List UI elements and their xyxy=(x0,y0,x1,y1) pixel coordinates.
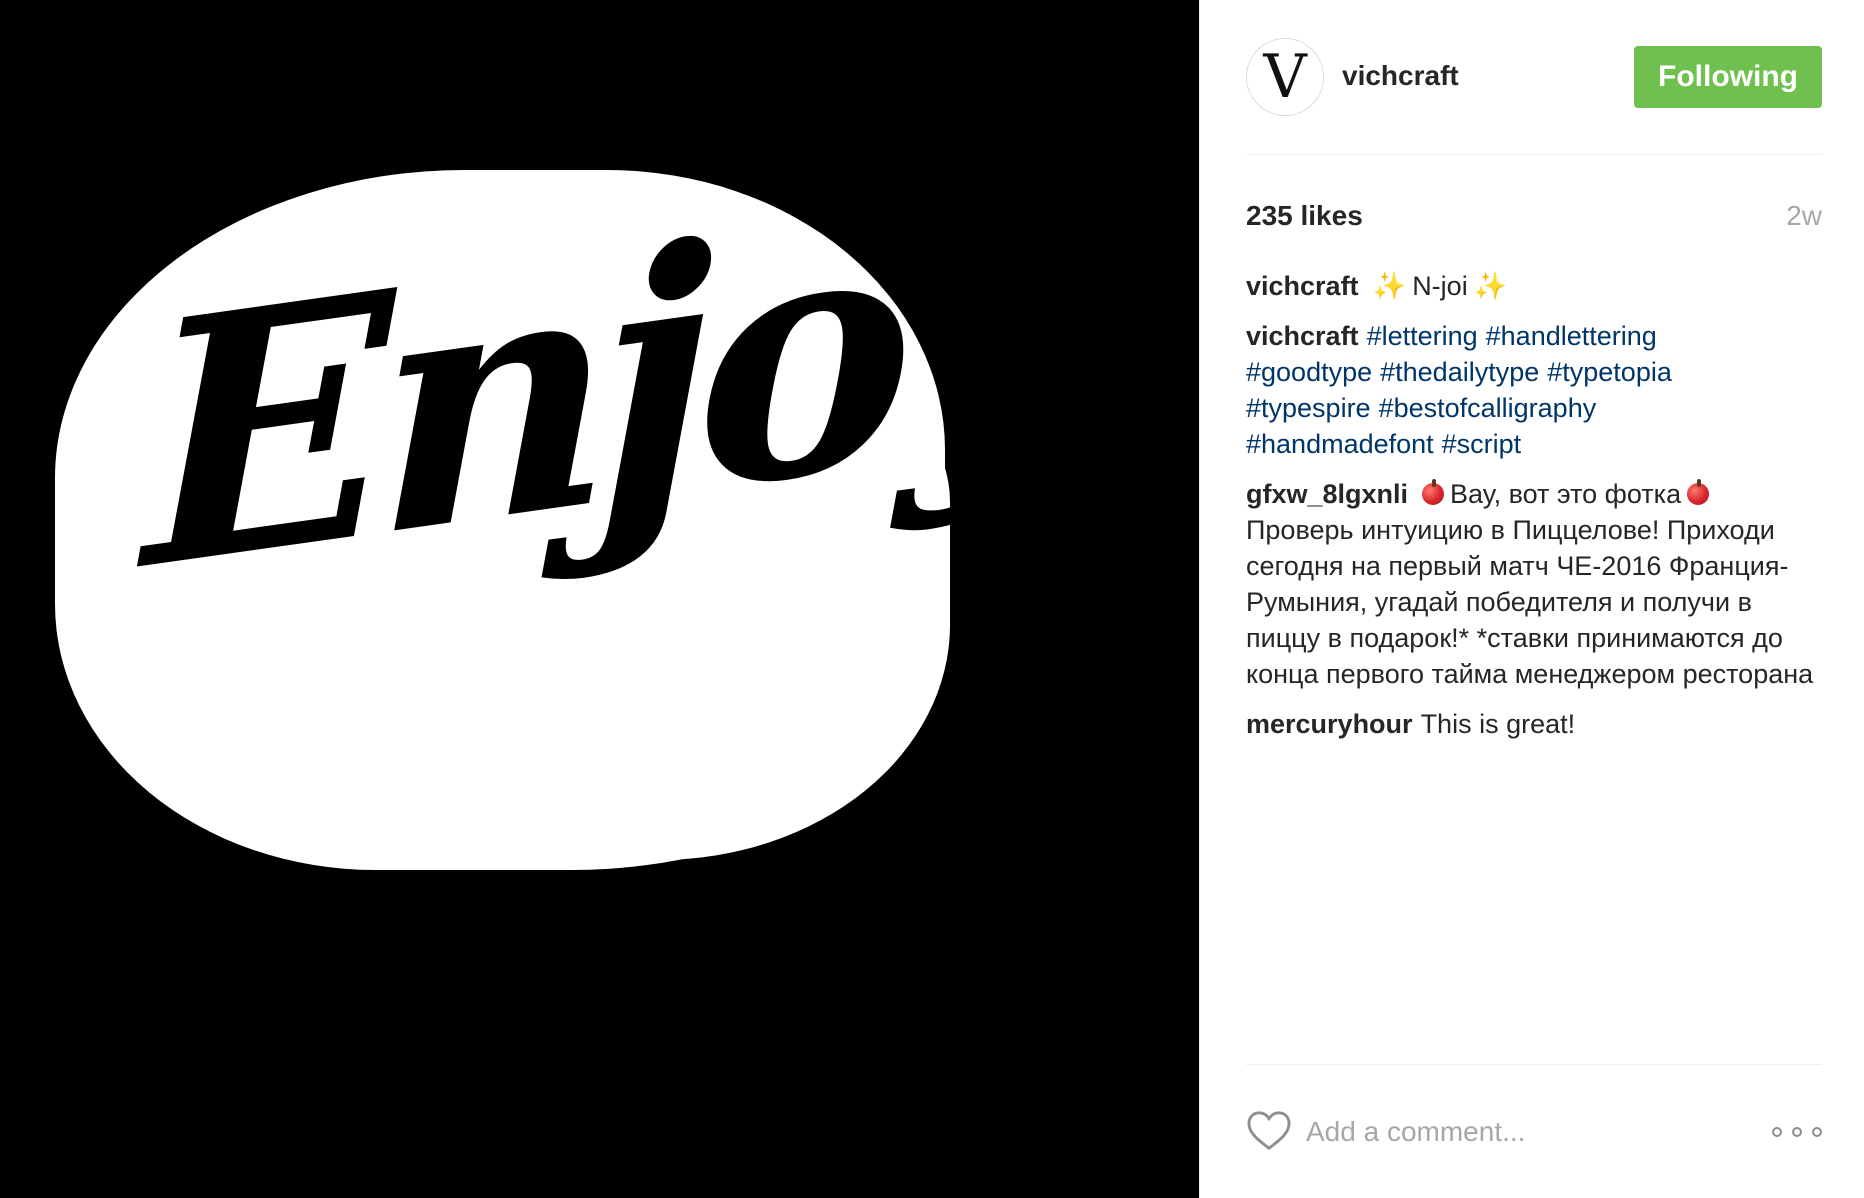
hashtag-link[interactable]: #goodtype xyxy=(1246,357,1372,387)
post-meta: 235 likes 2w xyxy=(1246,196,1822,236)
post-timestamp[interactable]: 2w xyxy=(1786,196,1822,236)
following-button[interactable]: Following xyxy=(1634,46,1822,108)
comment-username-link[interactable]: mercuryhour xyxy=(1246,709,1413,739)
hashtag-link[interactable]: #script xyxy=(1442,429,1522,459)
comments-list: vichcraft ✨ N-joi ✨ vichcraft #lettering #han… xyxy=(1246,268,1822,756)
hashtags-comment-username-link[interactable]: vichcraft xyxy=(1246,321,1359,351)
red-apple-emoji-icon xyxy=(1422,479,1445,505)
hashtag-link[interactable]: #handlettering xyxy=(1486,321,1657,351)
instagram-post-page: Enjoy V vichcraft Following 235 likes 2w… xyxy=(0,0,1864,1198)
more-dot xyxy=(1812,1127,1822,1137)
hashtag-link[interactable]: #bestofcalligraphy xyxy=(1379,393,1597,423)
header-divider xyxy=(1246,154,1822,155)
red-apple-emoji-icon xyxy=(1687,479,1710,505)
hashtag-link[interactable]: #handmadefont xyxy=(1246,429,1434,459)
comment-text: This is great! xyxy=(1420,709,1576,739)
enjoy-script-lettering: Enjoy xyxy=(144,122,1069,645)
post-side-panel: V vichcraft Following 235 likes 2w vichc… xyxy=(1199,0,1864,1198)
hashtag-link[interactable]: #lettering xyxy=(1367,321,1478,351)
hashtag-link[interactable]: #thedailytype xyxy=(1380,357,1539,387)
heart-icon[interactable] xyxy=(1246,1110,1292,1152)
avatar[interactable]: V xyxy=(1246,38,1324,116)
comment-username-link[interactable]: gfxw_8lgxnli xyxy=(1246,479,1408,509)
post-header: V vichcraft Following xyxy=(1246,38,1822,118)
more-dot xyxy=(1792,1127,1802,1137)
comment-box xyxy=(1246,1108,1822,1158)
hashtag-link[interactable]: #typespire xyxy=(1246,393,1371,423)
enjoy-lettering-artwork: Enjoy xyxy=(0,0,1199,1198)
caption-comment: vichcraft ✨ N-joi ✨ xyxy=(1246,268,1822,304)
caption-text: N-joi xyxy=(1412,271,1468,301)
comment-text: Вау, вот это фотка xyxy=(1450,479,1682,509)
more-dot xyxy=(1772,1127,1782,1137)
header-username-link[interactable]: vichcraft xyxy=(1342,56,1459,96)
comments-divider xyxy=(1246,1064,1822,1065)
sparkle-emoji-icon: ✨ xyxy=(1372,271,1407,301)
comment-text-continued: Проверь интуицию в Пиццелове! Приходи се… xyxy=(1246,515,1814,689)
likes-count[interactable]: 235 likes xyxy=(1246,196,1363,236)
avatar-letter: V xyxy=(1263,42,1307,112)
caption-username-link[interactable]: vichcraft xyxy=(1246,271,1359,301)
sparkle-emoji-icon: ✨ xyxy=(1473,271,1508,301)
add-comment-input[interactable] xyxy=(1306,1108,1736,1156)
hashtags-comment: vichcraft #lettering #handlettering #goodty… xyxy=(1246,318,1822,462)
hashtag-link[interactable]: #typetopia xyxy=(1547,357,1672,387)
comment-item: mercuryhour This is great! xyxy=(1246,706,1822,742)
post-image[interactable]: Enjoy xyxy=(0,0,1199,1198)
comment-item: gfxw_8lgxnli Вау, вот это фотка Проверь ин… xyxy=(1246,476,1822,692)
more-options-icon[interactable] xyxy=(1772,1122,1822,1142)
